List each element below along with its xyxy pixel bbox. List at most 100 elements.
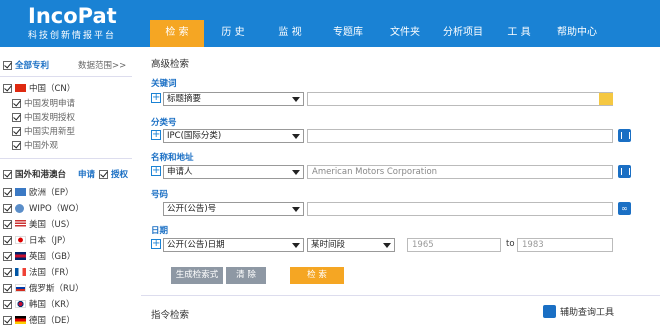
classification-section-label: 分类号 <box>151 118 177 128</box>
section-divider <box>141 295 660 296</box>
china-invention-app-label: 中国发明申请 <box>24 99 76 109</box>
china-design-label: 中国外观 <box>24 141 59 151</box>
classification-field-select[interactable]: IPC(国际分类) <box>163 129 304 143</box>
applicant-lookup-icon[interactable] <box>618 165 631 178</box>
us-label: 美国（US） <box>29 220 75 230</box>
main-nav: 检 索 历 史 监 视 专题库 文件夹 分析项目 工 具 帮助中心 <box>150 20 610 47</box>
gb-checkbox[interactable] <box>3 251 12 261</box>
fr-checkbox[interactable] <box>3 267 12 277</box>
country-row: WIPO（WO） <box>3 202 84 214</box>
china-checkbox[interactable] <box>3 83 12 93</box>
nav-topic-library[interactable]: 专题库 <box>318 20 378 47</box>
keyword-highlight-marker <box>599 93 613 105</box>
apply-label[interactable]: 申请 <box>78 168 95 180</box>
foreign-row: 国外和港澳台 <box>3 168 66 180</box>
search-button[interactable]: 检 索 <box>290 267 344 284</box>
us-flag-icon <box>15 220 26 228</box>
classification-input[interactable] <box>307 129 613 143</box>
clear-button[interactable]: 清 除 <box>226 267 266 284</box>
china-invention-app-checkbox[interactable] <box>12 98 21 108</box>
advanced-search-panel: 高级检索 关键词 + 标题摘要 分类号 + IPC(国际分类) 名称和地址 + … <box>141 47 660 331</box>
ep-checkbox[interactable] <box>3 187 12 197</box>
country-row: 韩国（KR） <box>3 298 74 310</box>
date-add-icon[interactable]: + <box>151 239 161 249</box>
all-patents-row: 全部专利 <box>3 59 49 71</box>
country-row: 德国（DE） <box>3 314 75 326</box>
date-to-input[interactable]: 1983 <box>517 238 613 252</box>
eu-flag-icon <box>15 188 26 196</box>
country-row: 法国（FR） <box>3 266 74 278</box>
russia-flag-icon <box>15 284 26 292</box>
number-field-value: 公开(公告)号 <box>167 204 217 214</box>
top-header: IncoPat 科技创新情报平台 检 索 历 史 监 视 专题库 文件夹 分析项… <box>0 0 660 47</box>
link-icon[interactable]: ∞ <box>618 202 631 215</box>
data-range-link[interactable]: 数据范围>> <box>78 59 126 71</box>
kr-label: 韩国（KR） <box>29 300 75 310</box>
keyword-field-value: 标题摘要 <box>167 94 202 104</box>
nav-history[interactable]: 历 史 <box>204 20 262 47</box>
keyword-input[interactable] <box>307 92 613 106</box>
jp-checkbox[interactable] <box>3 235 12 245</box>
assist-tool-icon <box>543 305 556 318</box>
us-checkbox[interactable] <box>3 219 12 229</box>
grant-label[interactable]: 授权 <box>111 168 128 180</box>
japan-flag-icon <box>15 236 26 244</box>
country-row: 俄罗斯（RU） <box>3 282 84 294</box>
china-design-checkbox[interactable] <box>12 140 21 150</box>
chevron-down-icon <box>292 207 300 212</box>
generate-query-button[interactable]: 生成检索式 <box>171 267 223 284</box>
data-range-link-row: 数据范围>> <box>78 59 126 71</box>
name-field-select[interactable]: 申请人 <box>163 165 304 179</box>
chevron-down-icon <box>292 97 300 102</box>
de-checkbox[interactable] <box>3 315 12 325</box>
uk-flag-icon <box>15 252 26 260</box>
china-item-row: 中国外观 <box>12 139 58 151</box>
name-address-section-label: 名称和地址 <box>151 153 194 163</box>
china-invention-grant-checkbox[interactable] <box>12 112 21 122</box>
wo-checkbox[interactable] <box>3 203 12 213</box>
keyword-add-icon[interactable]: + <box>151 93 161 103</box>
nav-folder[interactable]: 文件夹 <box>378 20 432 47</box>
classification-lookup-icon[interactable] <box>618 129 631 142</box>
date-range-value: 某时间段 <box>311 240 346 250</box>
ru-checkbox[interactable] <box>3 283 12 293</box>
incopat-logo[interactable]: IncoPat 科技创新情报平台 <box>28 5 117 41</box>
chevron-down-icon <box>292 134 300 139</box>
all-patents-label[interactable]: 全部专利 <box>15 59 49 71</box>
china-utility-model-checkbox[interactable] <box>12 126 21 136</box>
jp-label: 日本（JP） <box>29 236 71 246</box>
china-label: 中国（CN） <box>29 84 76 94</box>
chevron-down-icon <box>292 243 300 248</box>
command-search-label: 指令检索 <box>151 310 190 321</box>
foreign-checkbox[interactable] <box>3 169 12 179</box>
nav-analysis-project[interactable]: 分析项目 <box>432 20 494 47</box>
classification-add-icon[interactable]: + <box>151 130 161 140</box>
grant-checkbox[interactable] <box>99 169 109 179</box>
date-field-select[interactable]: 公开(公告)日期 <box>163 238 304 252</box>
china-item-row: 中国发明授权 <box>12 111 75 123</box>
nav-help-center[interactable]: 帮助中心 <box>544 20 610 47</box>
kr-checkbox[interactable] <box>3 299 12 309</box>
date-range-select[interactable]: 某时间段 <box>307 238 395 252</box>
chevron-down-icon <box>383 243 391 248</box>
number-field-select[interactable]: 公开(公告)号 <box>163 202 304 216</box>
date-to-label: to <box>506 239 515 249</box>
name-field-value: 申请人 <box>167 167 193 177</box>
all-patents-checkbox[interactable] <box>3 60 12 70</box>
name-add-icon[interactable]: + <box>151 166 161 176</box>
france-flag-icon <box>15 268 26 276</box>
applicant-input[interactable]: American Motors Corporation <box>307 165 613 179</box>
country-row: 美国（US） <box>3 218 75 230</box>
nav-search[interactable]: 检 索 <box>150 20 204 47</box>
wipo-icon <box>15 203 24 213</box>
fr-label: 法国（FR） <box>29 268 74 278</box>
number-input[interactable] <box>307 202 613 216</box>
date-section-label: 日期 <box>151 226 169 236</box>
china-invention-grant-label: 中国发明授权 <box>24 113 76 123</box>
nav-monitor[interactable]: 监 视 <box>262 20 318 47</box>
country-row: 欧洲（EP） <box>3 186 74 198</box>
date-from-input[interactable]: 1965 <box>407 238 501 252</box>
assist-tool-link[interactable]: 辅助查询工具 <box>543 305 614 318</box>
nav-tools[interactable]: 工 具 <box>494 20 544 47</box>
keyword-field-select[interactable]: 标题摘要 <box>163 92 304 106</box>
